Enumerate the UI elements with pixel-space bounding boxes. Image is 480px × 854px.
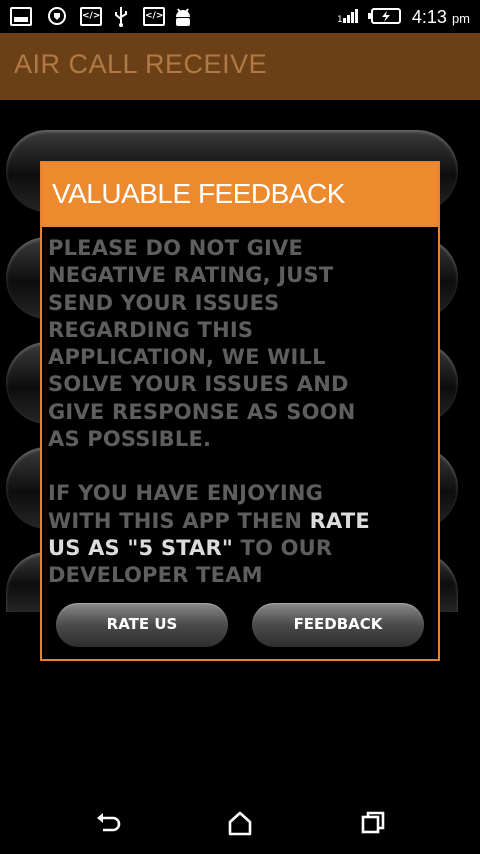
dialog-title: VALUABLE FEEDBACK [52, 178, 345, 209]
message-line: NEGATIVE RATING, JUST [48, 263, 334, 288]
action-bar: AIR CALL RECEIVE [0, 33, 480, 100]
back-icon[interactable] [93, 808, 123, 838]
rate-highlight: RATE [309, 508, 370, 533]
message-line: WITH THIS APP THEN RATE [48, 508, 434, 535]
dialog-header: VALUABLE FEEDBACK [42, 163, 438, 227]
rate-us-button[interactable]: RATE US [56, 603, 228, 647]
five-star-highlight: US AS "5 STAR" [48, 535, 234, 560]
clock-time: 4:13 [411, 7, 447, 27]
app-title: AIR CALL RECEIVE [14, 49, 268, 79]
clock-ampm: pm [451, 11, 470, 26]
message-line: DEVELOPER TEAM [48, 563, 263, 588]
message-line: AS POSSIBLE. [48, 427, 212, 452]
message-line: APPLICATION, WE WILL [48, 345, 326, 370]
svg-text:1: 1 [337, 15, 343, 25]
message-line: PLEASE DO NOT GIVE [48, 236, 304, 260]
android-icon [173, 6, 193, 26]
message-text: TO OUR [233, 535, 333, 560]
signal-icon: 1 [337, 6, 361, 26]
navigation-bar [0, 790, 480, 854]
code-icon: </> [143, 7, 165, 26]
battery-icon [368, 6, 402, 26]
recents-icon[interactable] [358, 808, 388, 838]
dialog-message: PLEASE DO NOT GIVE NEGATIVE RATING, JUST… [48, 235, 434, 590]
usb-icon [112, 6, 130, 27]
message-line: SEND YOUR ISSUES [48, 290, 280, 315]
gallery-icon [10, 7, 32, 26]
message-line: US AS "5 STAR" TO OUR [48, 535, 434, 562]
clock: 4:13 pm [412, 7, 470, 28]
feedback-dialog: VALUABLE FEEDBACK PLEASE DO NOT GIVE NEG… [40, 161, 440, 661]
message-line: REGARDING THIS [48, 317, 254, 342]
message-text: WITH THIS APP THEN [48, 508, 310, 533]
code-icon: </> [80, 7, 102, 26]
message-line: GIVE RESPONSE AS SOON [48, 399, 356, 424]
home-icon[interactable] [225, 808, 255, 838]
shield-icon [47, 6, 67, 26]
message-line: SOLVE YOUR ISSUES AND [48, 372, 349, 397]
status-bar: </> </> 1 4:13 pm [0, 0, 480, 33]
feedback-button[interactable]: FEEDBACK [252, 603, 424, 647]
message-line: IF YOU HAVE ENJOYING [48, 481, 324, 506]
